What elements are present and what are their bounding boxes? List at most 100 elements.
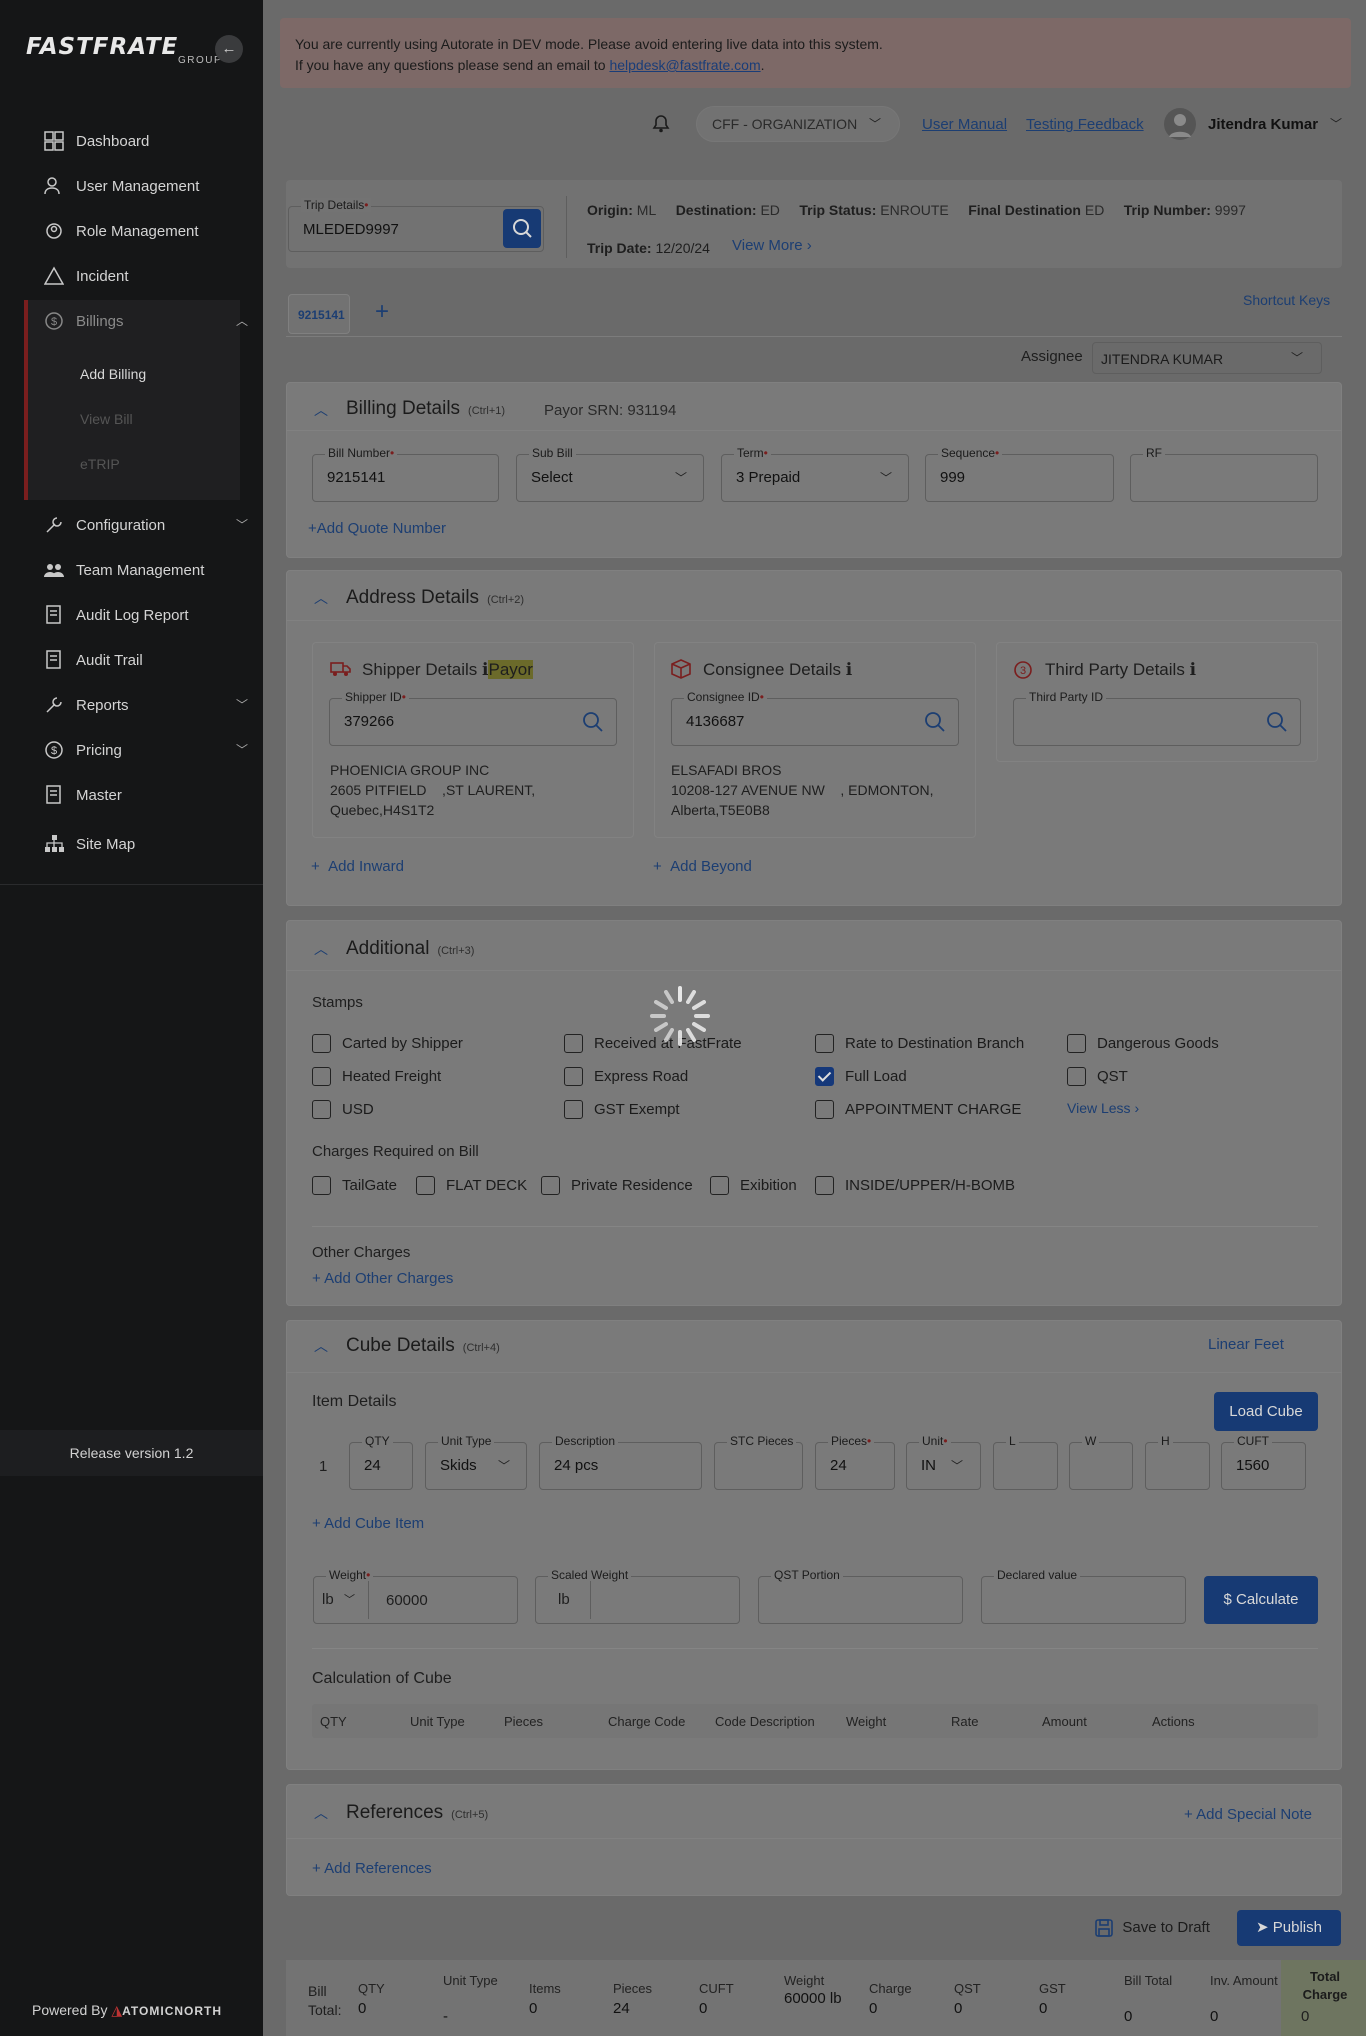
add-beyond-link[interactable]: + Add Beyond bbox=[653, 858, 752, 875]
publish-button[interactable]: ➤ Publish bbox=[1237, 1910, 1341, 1946]
stamp-checkbox[interactable] bbox=[1067, 1034, 1086, 1053]
sidebar-subitem-add-billing[interactable]: Add Billing bbox=[80, 366, 146, 382]
trip-search-button[interactable] bbox=[503, 209, 541, 248]
add-tab-button[interactable]: + bbox=[375, 298, 389, 326]
linear-feet-link[interactable]: Linear Feet bbox=[1208, 1336, 1284, 1353]
unit-type-select[interactable]: Unit Type Skids ﹀ bbox=[425, 1434, 527, 1490]
tab-9215141[interactable]: 9215141 bbox=[288, 294, 350, 334]
qty-field[interactable]: QTY 24 bbox=[349, 1434, 413, 1490]
collapse-references-icon[interactable]: ︿ bbox=[314, 1803, 328, 1823]
user-name[interactable]: Jitendra Kumar bbox=[1208, 116, 1318, 133]
stamp-checkbox[interactable] bbox=[815, 1034, 834, 1053]
consignee-id-field[interactable]: Consignee ID• 4136687 bbox=[671, 690, 959, 746]
collapse-additional-icon[interactable]: ︿ bbox=[314, 939, 328, 959]
sidebar-item-pricing[interactable]: $ Pricing ﹀ bbox=[44, 737, 248, 763]
shipper-id-field[interactable]: Shipper ID• 379266 bbox=[329, 690, 617, 746]
sidebar-item-role-management[interactable]: Role Management bbox=[44, 218, 234, 244]
add-cube-item-link[interactable]: + Add Cube Item bbox=[312, 1515, 424, 1532]
search-icon[interactable] bbox=[1266, 711, 1288, 736]
stamp-checkbox[interactable] bbox=[815, 1100, 834, 1119]
sidebar-item-incident[interactable]: Incident bbox=[44, 263, 234, 289]
sequence-field[interactable]: Sequence• 999 bbox=[925, 446, 1114, 502]
helpdesk-email-link[interactable]: helpdesk@fastfrate.com bbox=[609, 57, 760, 73]
sidebar-item-site-map[interactable]: Site Map bbox=[44, 831, 234, 857]
stamp-checkbox[interactable] bbox=[564, 1100, 583, 1119]
user-manual-link[interactable]: User Manual bbox=[922, 116, 1007, 133]
sidebar-item-billings[interactable]: $ Billings ︿ bbox=[44, 308, 248, 334]
bell-icon[interactable] bbox=[650, 112, 672, 140]
chevron-down-icon: ﹀ bbox=[235, 518, 248, 532]
sidebar-item-configuration[interactable]: Configuration ﹀ bbox=[44, 512, 248, 538]
stamp-checkbox[interactable] bbox=[312, 1100, 331, 1119]
charge-checkbox[interactable] bbox=[312, 1176, 331, 1195]
bill-number-field[interactable]: Bill Number• 9215141 bbox=[312, 446, 499, 502]
width-field[interactable]: W bbox=[1069, 1434, 1133, 1490]
shipper-address: PHOENICIA GROUP INC 2605 PITFIELD ,ST LAU… bbox=[330, 760, 535, 820]
add-quote-number-link[interactable]: +Add Quote Number bbox=[308, 520, 446, 537]
stamp-checkbox[interactable] bbox=[564, 1067, 583, 1086]
plus-icon: + bbox=[311, 858, 320, 875]
length-field[interactable]: L bbox=[993, 1434, 1058, 1490]
view-less-link[interactable]: View Less › bbox=[1067, 1100, 1139, 1116]
sidebar-item-reports[interactable]: Reports ﹀ bbox=[44, 692, 248, 718]
collapse-address-icon[interactable]: ︿ bbox=[314, 588, 328, 608]
pieces-field[interactable]: Pieces• 24 bbox=[815, 1434, 895, 1490]
load-cube-button[interactable]: Load Cube bbox=[1214, 1392, 1318, 1431]
add-inward-link[interactable]: + Add Inward bbox=[311, 858, 404, 875]
search-icon[interactable] bbox=[582, 711, 604, 736]
weight-unit-value[interactable]: lb bbox=[322, 1591, 334, 1608]
sub-bill-select[interactable]: Sub Bill Select ﹀ bbox=[516, 446, 704, 502]
additional-divider bbox=[286, 970, 1342, 971]
view-more-link[interactable]: View More › bbox=[732, 237, 812, 254]
stamp-checkbox[interactable] bbox=[1067, 1067, 1086, 1086]
stamp-checkbox[interactable] bbox=[312, 1067, 331, 1086]
testing-feedback-link[interactable]: Testing Feedback bbox=[1026, 116, 1144, 133]
save-to-draft-button[interactable]: Save to Draft bbox=[1094, 1918, 1210, 1938]
charge-checkbox[interactable] bbox=[541, 1176, 560, 1195]
stc-pieces-field[interactable]: STC Pieces bbox=[714, 1434, 803, 1490]
stamp-checkbox[interactable] bbox=[312, 1034, 331, 1053]
sidebar-item-label: Incident bbox=[76, 267, 129, 285]
weight-value: 60000 bbox=[386, 1592, 428, 1609]
logo-subtitle: GROUP bbox=[178, 55, 223, 66]
add-other-charges-link[interactable]: + Add Other Charges bbox=[312, 1270, 453, 1287]
declared-value-field[interactable]: Declared value bbox=[981, 1568, 1186, 1624]
rf-field[interactable]: RF bbox=[1130, 446, 1318, 502]
scaled-weight-field[interactable]: Scaled Weight lb bbox=[535, 1568, 740, 1624]
chevron-down-icon: ﹀ bbox=[869, 117, 882, 131]
user-menu-chevron-icon[interactable]: ﹀ bbox=[1330, 115, 1342, 132]
assignee-select[interactable]: JITENDRA KUMAR ﹀ bbox=[1092, 342, 1322, 374]
description-field[interactable]: Description 24 pcs bbox=[539, 1434, 702, 1490]
stamp-checkbox[interactable] bbox=[815, 1067, 834, 1086]
add-special-note-link[interactable]: + Add Special Note bbox=[1184, 1806, 1312, 1823]
charge-checkbox[interactable] bbox=[815, 1176, 834, 1195]
collapse-billing-icon[interactable]: ︿ bbox=[314, 400, 328, 420]
collapse-sidebar-button[interactable]: ← bbox=[215, 35, 243, 63]
qst-portion-field[interactable]: QST Portion bbox=[758, 1568, 963, 1624]
stamp-checkbox[interactable] bbox=[564, 1034, 583, 1053]
charge-checkbox[interactable] bbox=[416, 1176, 435, 1195]
add-references-link[interactable]: + Add References bbox=[312, 1860, 432, 1877]
view-less-label: View Less bbox=[1067, 1100, 1131, 1116]
cuft-field[interactable]: CUFT 1560 bbox=[1221, 1434, 1306, 1490]
avatar[interactable] bbox=[1164, 108, 1196, 140]
sidebar-item-master[interactable]: Master bbox=[44, 782, 234, 808]
height-field[interactable]: H bbox=[1145, 1434, 1210, 1490]
search-icon[interactable] bbox=[924, 711, 946, 736]
sidebar-subitem-view-bill[interactable]: View Bill bbox=[80, 411, 133, 427]
sidebar-item-team-management[interactable]: Team Management bbox=[44, 557, 234, 583]
sidebar-item-audit-trail[interactable]: Audit Trail bbox=[44, 647, 234, 673]
unit-select[interactable]: Unit• IN ﹀ bbox=[906, 1434, 981, 1490]
shortcut-keys-link[interactable]: Shortcut Keys bbox=[1243, 292, 1330, 308]
charge-checkbox[interactable] bbox=[710, 1176, 729, 1195]
calculate-button[interactable]: $ Calculate bbox=[1204, 1576, 1318, 1624]
weight-field[interactable]: Weight• lb ﹀ 60000 bbox=[313, 1568, 518, 1624]
collapse-cube-icon[interactable]: ︿ bbox=[314, 1336, 328, 1356]
sidebar-item-audit-log-report[interactable]: Audit Log Report bbox=[44, 602, 234, 628]
term-select[interactable]: Term• 3 Prepaid ﹀ bbox=[721, 446, 909, 502]
third-party-id-field[interactable]: Third Party ID bbox=[1013, 690, 1301, 746]
organization-select[interactable]: CFF - ORGANIZATION ﹀ bbox=[696, 106, 900, 142]
sidebar-subitem-etrip[interactable]: eTRIP bbox=[80, 456, 120, 472]
sidebar-item-user-management[interactable]: User Management bbox=[44, 173, 234, 199]
sidebar-item-dashboard[interactable]: Dashboard bbox=[44, 128, 234, 154]
